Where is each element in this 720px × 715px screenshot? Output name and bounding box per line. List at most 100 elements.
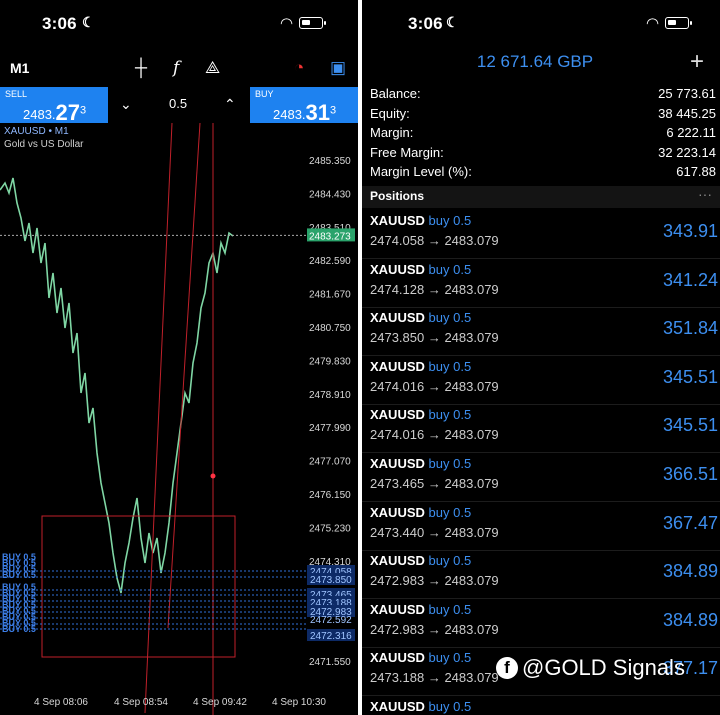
status-bar-right: 3:06 ☾ ◠	[362, 0, 720, 48]
time-tick: 4 Sep 09:42	[193, 697, 247, 708]
highlight-box	[41, 515, 236, 658]
decrease-lot-icon[interactable]: ⌄	[120, 96, 132, 113]
position-prices: 2473.440 → 2483.079	[370, 524, 499, 540]
status-icons-right: ◠	[646, 14, 693, 32]
account-row: Margin Level (%): 617.88	[370, 164, 716, 183]
watermark-text: @GOLD Signals	[522, 655, 685, 680]
time-tick: 4 Sep 08:54	[114, 697, 168, 708]
price-tick: 2477.990	[309, 423, 351, 434]
position-symbol: XAUUSD buy 0.5	[370, 310, 472, 326]
order-tag: BUY 0.5	[2, 624, 36, 634]
price-tick: 2475.230	[309, 523, 351, 534]
account-row-value: 38 445.25	[658, 105, 716, 121]
chart-description: Gold vs US Dollar	[4, 139, 84, 150]
price-tick: 2476.150	[309, 490, 351, 501]
price-chart[interactable]: BUY 0.5 BUY 0.5 BUY 0.5 BUY 0.5 BUY 0.5 BUY 0…	[0, 122, 358, 715]
position-prices: 2472.983 → 2483.079	[370, 621, 499, 637]
position-profit: 341.24	[662, 269, 718, 290]
marker-point	[210, 473, 216, 479]
account-row: Balance: 25 773.61	[370, 86, 716, 105]
position-row[interactable]: XAUUSD buy 0.5 2473.850 → 2483.079 351.8…	[362, 308, 720, 357]
position-row[interactable]: XAUUSD buy 0.5 2474.016 → 2483.079 345.5…	[362, 405, 720, 454]
price-tick: 2481.670	[309, 290, 351, 301]
buy-label: BUY	[255, 89, 274, 99]
lot-size-control[interactable]: ⌄ 0.5 ⌃	[108, 87, 250, 123]
positions-title: Positions	[370, 189, 425, 203]
current-price-label: 2483.273	[309, 231, 351, 242]
position-row[interactable]: XAUUSD buy 0.5	[362, 697, 720, 715]
position-row[interactable]: XAUUSD buy 0.5 2472.983 → 2483.079 384.8…	[362, 600, 720, 648]
account-row-label: Margin:	[370, 125, 414, 140]
account-row-label: Free Margin:	[370, 144, 444, 160]
trade-screen: 3:06 ☾ ◠ 12 671.64 GBP + Balance: 25 773.…	[362, 0, 720, 715]
one-click-trading-icon[interactable]: ▣	[330, 58, 346, 78]
position-row[interactable]: XAUUSD buy 0.5 2474.016 → 2483.079 345.5…	[362, 357, 720, 405]
position-profit: 345.51	[662, 415, 718, 436]
wifi-icon-right: ◠	[646, 15, 660, 32]
account-row-label: Margin Level (%):	[370, 164, 472, 179]
entry-price-label: 2472.316	[310, 631, 352, 642]
position-row[interactable]: XAUUSD buy 0.5 2472.983 → 2483.079 384.8…	[362, 551, 720, 600]
position-symbol: XAUUSD buy 0.5	[370, 553, 472, 569]
battery-icon	[299, 17, 327, 29]
position-row[interactable]: XAUUSD buy 0.5 2473.440 → 2483.079 367.4…	[362, 503, 720, 551]
position-prices: 2474.016 → 2483.079	[370, 427, 499, 443]
watermark: f @GOLD Signals	[496, 655, 685, 681]
sell-price: 2483.273	[23, 100, 87, 125]
position-symbol: XAUUSD buy 0.5	[370, 261, 472, 277]
position-symbol: XAUUSD buy 0.5	[370, 650, 472, 666]
indicators-icon[interactable]: f	[173, 58, 179, 78]
price-tick: 2485.350	[309, 156, 351, 167]
position-row[interactable]: XAUUSD buy 0.5 2474.128 → 2483.079 341.2…	[362, 260, 720, 308]
trend-line	[167, 122, 201, 629]
sell-label: SELL	[5, 89, 28, 99]
position-symbol: XAUUSD buy 0.5	[370, 699, 472, 714]
time-tick: 4 Sep 10:30	[272, 697, 326, 708]
crosshair-icon[interactable]: ┼	[135, 58, 147, 78]
position-row[interactable]: XAUUSD buy 0.5 2473.465 → 2483.079 366.5…	[362, 454, 720, 502]
position-prices: 2473.465 → 2483.079	[370, 476, 499, 491]
position-prices: 2472.983 → 2483.079	[370, 573, 499, 589]
one-click-panel: SELL 2483.273 ⌄ 0.5 ⌃ BUY 2483.313	[0, 87, 358, 125]
position-prices: 2473.850 → 2483.079	[370, 330, 499, 346]
account-row: Free Margin: 32 223.14	[370, 145, 716, 164]
price-tick: 2477.070	[309, 457, 351, 468]
price-line	[0, 177, 234, 594]
price-tick: 2482.590	[309, 256, 351, 267]
position-symbol: XAUUSD buy 0.5	[370, 213, 472, 228]
time-tick: 4 Sep 08:06	[34, 697, 88, 708]
objects-icon[interactable]: ⟁	[205, 58, 220, 78]
position-profit: 351.84	[662, 318, 718, 339]
new-order-icon[interactable]: +	[690, 48, 704, 76]
status-time-right: 3:06	[408, 14, 443, 33]
battery-icon-right	[665, 17, 693, 29]
position-prices: 2474.128 → 2483.079	[370, 281, 499, 297]
account-row: Equity: 38 445.25	[370, 106, 716, 125]
buy-button[interactable]: BUY 2483.313	[250, 87, 358, 125]
price-tick: 2478.910	[309, 390, 351, 401]
account-row-label: Balance:	[370, 86, 421, 101]
wifi-icon: ◠	[280, 15, 294, 32]
account-row-value: 25 773.61	[658, 86, 716, 101]
position-prices: 2474.058 → 2483.079	[370, 233, 499, 248]
position-profit: 384.89	[662, 609, 718, 630]
chart-screen: 3:06 ☾ ◠ M1 ┼ f ⟁ ◔ ▣ SELL 2483.273 ⌄ 0.…	[0, 0, 358, 715]
timeframe-button[interactable]: M1	[10, 60, 29, 76]
facebook-icon: f	[496, 657, 518, 679]
increase-lot-icon[interactable]: ⌃	[224, 96, 236, 113]
buy-price: 2483.313	[273, 100, 337, 125]
entry-price-label: 2472.592	[310, 615, 352, 626]
entry-price-label: 2473.850	[310, 575, 352, 586]
more-icon[interactable]: ···	[698, 186, 712, 202]
sell-button[interactable]: SELL 2483.273	[0, 87, 108, 125]
position-profit: 367.47	[662, 512, 718, 533]
lot-size-value[interactable]: 0.5	[169, 96, 187, 111]
status-icons: ◠	[280, 14, 327, 32]
trade-icon[interactable]: ◔	[294, 58, 304, 78]
position-profit: 345.51	[662, 366, 718, 387]
position-profit: 343.91	[662, 221, 718, 241]
position-row[interactable]: XAUUSD buy 0.5 2474.058 → 2483.079 343.9…	[362, 211, 720, 259]
account-profit-title: 12 671.64 GBP	[476, 52, 594, 71]
status-time: 3:06	[42, 14, 77, 33]
positions-header: Positions ···	[362, 186, 720, 208]
